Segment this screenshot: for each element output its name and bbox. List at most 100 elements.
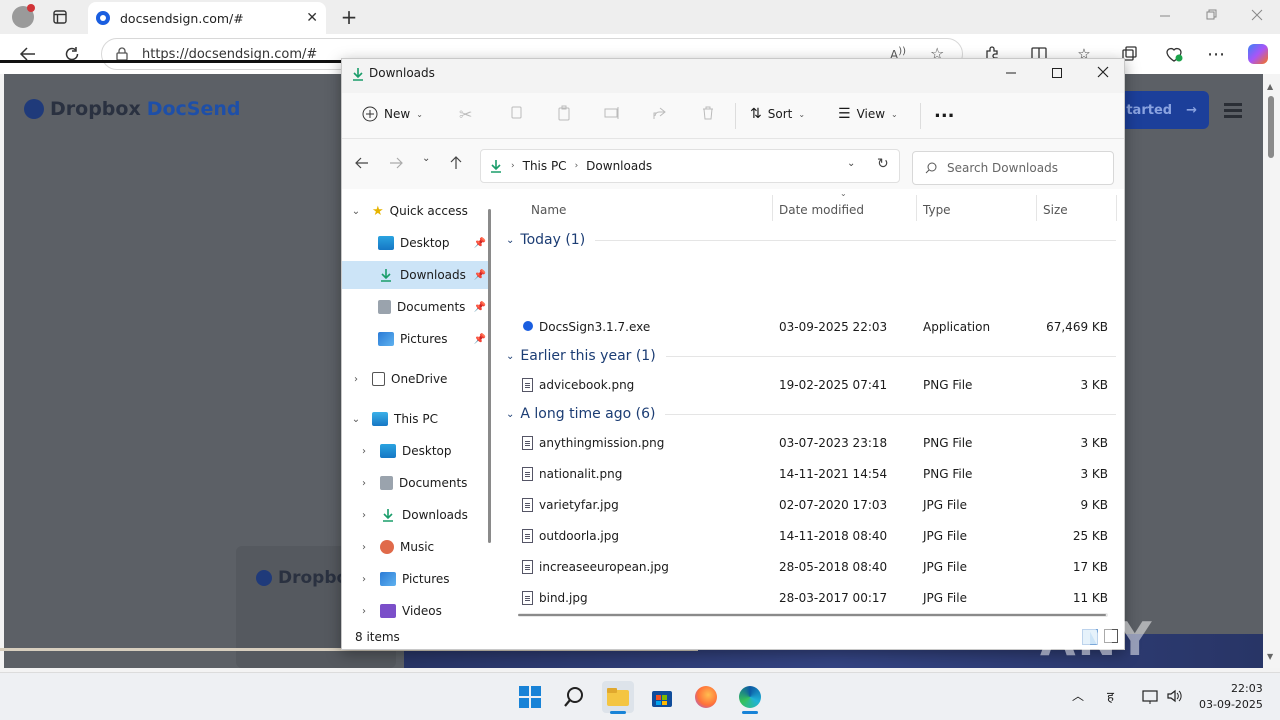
nav-pc-music[interactable]: › Music [342,533,490,561]
nav-pc-documents[interactable]: › Documents [342,469,490,497]
nav-pc-desktop[interactable]: › Desktop [342,437,490,465]
breadcrumb[interactable]: › This PC › Downloads ⌄ ↻ [480,149,900,183]
close-icon[interactable] [1250,8,1264,22]
new-button[interactable]: New ⌄ [362,106,423,122]
explorer-close-icon[interactable] [1096,65,1110,79]
nav-qa-downloads[interactable]: Downloads 📌 [342,261,490,289]
explorer-minimize-icon[interactable] [1004,66,1018,80]
get-started-button[interactable]: tarted → [1116,91,1209,129]
volume-icon[interactable] [1166,688,1184,704]
share-icon[interactable] [652,105,668,121]
column-name[interactable]: Name [531,203,566,217]
command-bar: New ⌄ ✂ ⇅ Sort ⌄ ☰ View ⌄ ... [342,93,1124,139]
file-row[interactable]: bind.jpg 28-03-2017 00:17 JPG File 11 KB [500,584,1120,612]
file-row[interactable]: advicebook.png 19-02-2025 07:41 PNG File… [500,371,1120,399]
sort-button[interactable]: ⇅ Sort ⌄ [750,106,805,122]
documents-icon [378,300,391,314]
restore-icon[interactable] [1204,8,1218,22]
group-earlier-this-year[interactable]: ⌄ Earlier this year (1) [506,344,1116,368]
copy-icon[interactable] [508,105,524,121]
new-tab-icon[interactable]: + [337,5,361,29]
nav-this-pc[interactable]: ⌄ This PC [342,405,490,433]
nav-label: This PC [394,412,438,426]
file-row[interactable]: nationalit.png 14-11-2021 14:54 PNG File… [500,460,1120,488]
plus-circle-icon [362,106,378,122]
group-today[interactable]: ⌄ Today (1) [506,228,1116,252]
nav-up-icon[interactable] [448,155,464,171]
network-icon[interactable] [1142,689,1160,705]
tab-actions-icon[interactable] [48,5,72,29]
column-size[interactable]: Size [1043,203,1068,217]
file-row[interactable]: outdoorla.jpg 14-11-2018 08:40 JPG File … [500,522,1120,550]
address-dropdown-icon[interactable]: ⌄ [847,158,855,169]
paste-icon[interactable] [556,105,572,121]
clock-date[interactable]: 03-09-2025 [1199,698,1263,711]
nav-label: Quick access [389,204,468,218]
nav-forward-icon[interactable] [388,155,404,171]
nav-label: Downloads [400,268,466,282]
input-indicator-icon[interactable]: ह [1107,687,1114,705]
page-scrollbar[interactable]: ▲ ▼ [1263,74,1280,668]
nav-scrollbar[interactable] [488,209,491,543]
file-explorer-taskbar-icon[interactable] [602,681,634,714]
product-name: DocSend [146,98,241,120]
site-logo[interactable]: Dropbox DocSend [24,98,241,120]
nav-qa-documents[interactable]: Documents 📌 [342,293,490,321]
cut-icon[interactable]: ✂ [459,105,472,124]
file-type: Application [923,320,991,334]
desktop-icon [378,236,394,250]
nav-qa-desktop[interactable]: Desktop 📌 [342,229,490,257]
recent-locations-icon[interactable]: ⌄ [422,153,430,164]
edge-icon[interactable] [734,681,766,714]
file-row[interactable]: varietyfar.jpg 02-07-2020 17:03 JPG File… [500,491,1120,519]
breadcrumb-this-pc[interactable]: This PC [523,159,567,173]
file-row[interactable]: increaseeuropean.jpg 28-05-2018 08:40 JP… [500,553,1120,581]
nav-pc-videos[interactable]: › Videos [342,597,490,621]
nav-pc-pictures[interactable]: › Pictures [342,565,490,593]
breadcrumb-downloads[interactable]: Downloads [586,159,652,173]
status-bar: 8 items [342,625,1124,649]
nav-quick-access[interactable]: ⌄ ★ Quick access [342,197,490,225]
minimize-icon[interactable] [1158,8,1172,22]
refresh-folder-icon[interactable]: ↻ [877,156,889,172]
copilot-icon[interactable] [1248,44,1268,64]
store-icon[interactable] [646,681,678,713]
explorer-maximize-icon[interactable] [1050,66,1064,80]
image-file-icon [522,591,533,605]
start-windows-icon[interactable] [514,681,546,713]
tab-close-icon[interactable]: ✕ [306,10,318,26]
nav-onedrive[interactable]: › OneDrive [342,365,490,393]
see-more-icon[interactable]: ... [934,101,955,122]
delete-icon[interactable] [700,105,716,121]
settings-more-icon[interactable]: ⋯ [1204,42,1228,66]
search-downloads-input[interactable]: Search Downloads [912,151,1114,185]
file-type: PNG File [923,378,973,392]
browser-essentials-icon[interactable] [1162,42,1186,66]
show-hidden-icons[interactable]: ︿ [1072,687,1084,704]
rename-icon[interactable] [604,105,620,121]
file-row[interactable]: DocsSign3.1.7.exe 03-09-2025 22:03 Appli… [500,313,1120,341]
column-type[interactable]: Type [923,203,951,217]
browser-tab[interactable]: docsendsign.com/# ✕ [88,2,326,34]
view-button[interactable]: ☰ View ⌄ [838,106,898,122]
nav-label: Music [400,540,435,554]
file-date: 14-11-2018 08:40 [779,529,888,543]
search-taskbar-icon[interactable] [558,681,590,713]
file-date: 28-03-2017 00:17 [779,591,888,605]
nav-pc-downloads[interactable]: › Downloads [342,501,490,529]
firefox-icon[interactable] [690,681,722,713]
clock-time[interactable]: 22:03 [1231,682,1263,695]
group-long-time-ago[interactable]: ⌄ A long time ago (6) [506,402,1116,426]
nav-qa-pictures[interactable]: Pictures 📌 [342,325,490,353]
image-file-icon [522,467,533,481]
sort-icon: ⇅ [750,106,762,122]
horizontal-scrollbar[interactable] [518,613,1108,617]
nav-back-icon[interactable] [354,155,370,171]
sort-chevron-icon: ⌄ [840,189,847,198]
column-date-modified[interactable]: Date modified [779,203,864,217]
profile-avatar[interactable] [12,4,35,28]
group-label: Today (1) [520,232,586,248]
hamburger-menu-icon[interactable] [1224,102,1242,118]
file-row[interactable]: anythingmission.png 03-07-2023 23:18 PNG… [500,429,1120,457]
file-size: 11 KB [1072,591,1108,605]
